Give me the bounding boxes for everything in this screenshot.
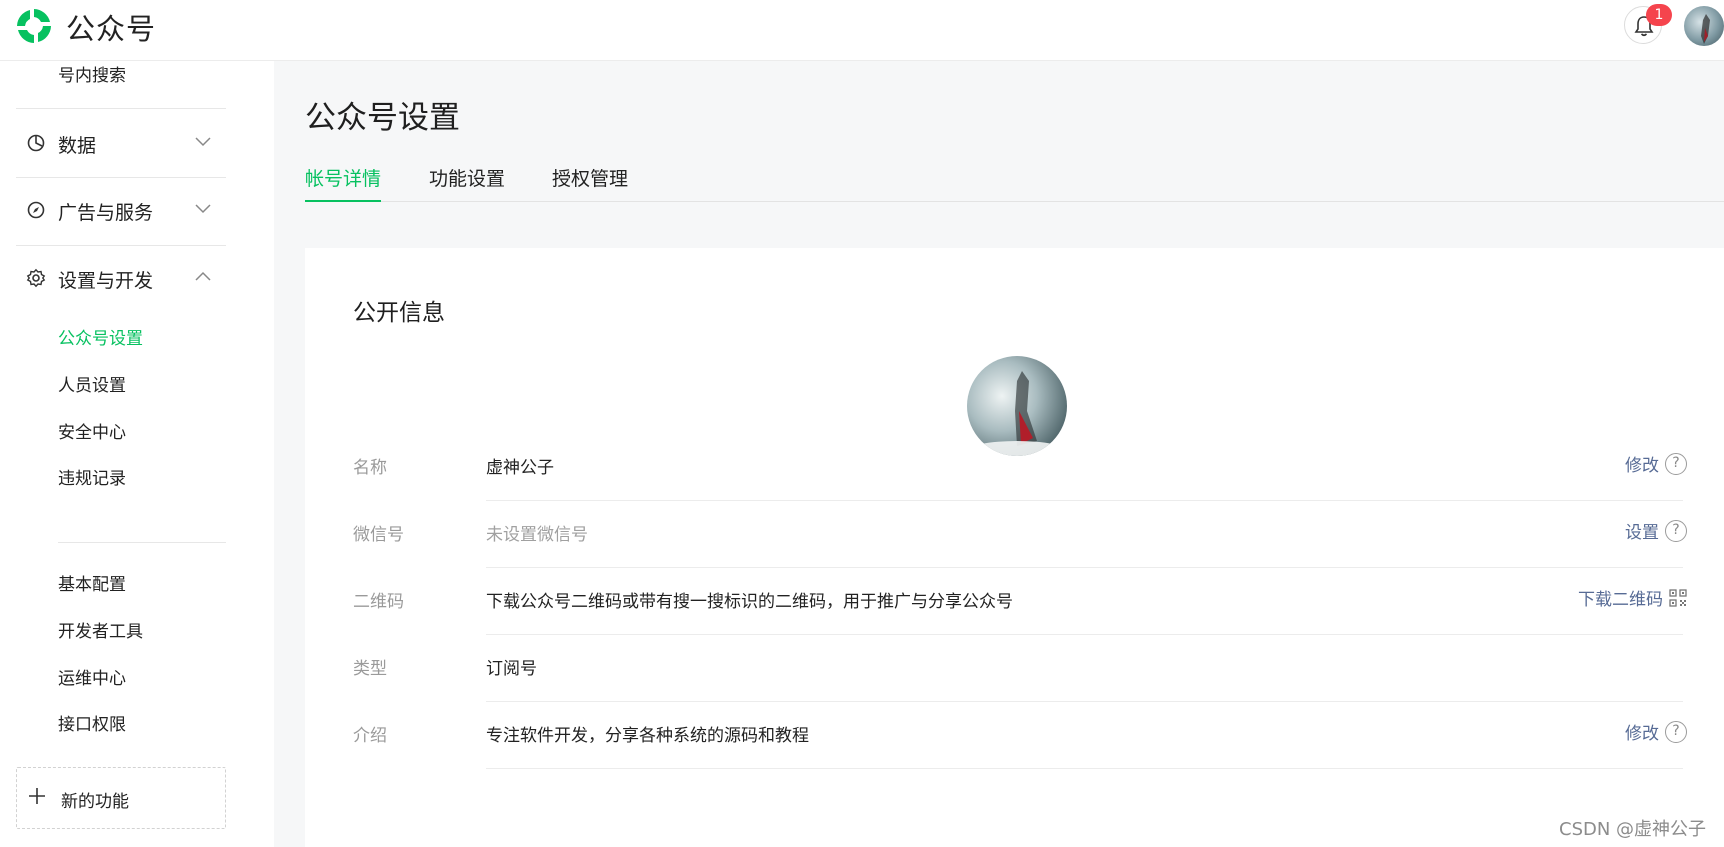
sidebar-divider [16,245,226,246]
chevron-down-icon [195,137,211,147]
sidebar: 号内搜索 数据 广告与服务 设置与开发 公众号设置 人员设置 安全中心 违规记录… [0,61,274,847]
wechat-logo-icon[interactable] [14,6,54,46]
row-divider [486,768,1683,769]
row-label: 二维码 [353,592,404,612]
row-divider [486,567,1683,568]
watermark: CSDN @虚神公子 [1559,819,1707,840]
public-info-card: 公开信息 名称 虚神公子 修改 ? 微信号 未设置微信号 设置 ? 二维码 下载… [305,248,1724,847]
set-wechat-id-link[interactable]: 设置 [1625,518,1659,543]
sidebar-group-label: 广告与服务 [58,202,154,224]
row-value: 下载公众号二维码或带有搜一搜标识的二维码，用于推广与分享公众号 [486,592,1013,612]
info-row-qrcode: 二维码 下载公众号二维码或带有搜一搜标识的二维码，用于推广与分享公众号 下载二维… [353,587,1693,661]
help-icon[interactable]: ? [1665,720,1687,743]
compass-icon [27,201,45,219]
sidebar-divider [16,177,226,178]
row-label: 名称 [353,458,387,478]
tab-function-settings[interactable]: 功能设置 [429,164,505,202]
tab-account-details[interactable]: 帐号详情 [305,164,382,202]
new-feature-button[interactable]: 新的功能 [16,767,226,829]
sidebar-item-ops-center[interactable]: 运维中心 [58,664,126,689]
app-name: 公众号 [66,12,157,46]
info-row-intro: 介绍 专注软件开发，分享各种系统的源码和教程 修改 ? [353,719,1693,795]
row-value: 专注软件开发，分享各种系统的源码和教程 [486,726,809,746]
row-label: 微信号 [353,525,404,545]
sidebar-item-dev-tools[interactable]: 开发者工具 [58,617,143,642]
sidebar-group-data[interactable]: 数据 [16,124,226,164]
sidebar-group-label: 数据 [58,135,97,157]
row-label: 介绍 [353,726,387,746]
row-divider [486,634,1683,635]
account-avatar[interactable] [967,356,1067,456]
help-icon[interactable]: ? [1665,519,1687,542]
sidebar-item-basic-config[interactable]: 基本配置 [58,570,126,595]
sidebar-item-security-center[interactable]: 安全中心 [58,418,126,443]
sidebar-item-account-settings[interactable]: 公众号设置 [58,324,143,349]
user-avatar[interactable] [1684,6,1724,46]
plus-icon [29,788,45,804]
tab-bar: 帐号详情 功能设置 授权管理 [305,160,1724,202]
top-bar: 公众号 1 [0,0,1724,61]
row-divider [486,701,1683,702]
notification-badge: 1 [1646,4,1672,26]
row-value: 未设置微信号 [486,525,588,545]
row-actions: 设置 ? [1625,518,1687,543]
help-icon[interactable]: ? [1665,452,1687,475]
chevron-up-icon [195,271,211,281]
qrcode-icon[interactable] [1669,588,1687,607]
sidebar-item-violations[interactable]: 违规记录 [58,464,126,489]
chevron-down-icon [195,204,211,214]
sidebar-group-ads[interactable]: 广告与服务 [16,191,226,231]
row-value: 虚神公子 [486,458,554,478]
tab-authorization[interactable]: 授权管理 [552,164,628,202]
row-actions: 修改 ? [1625,719,1687,744]
row-value: 订阅号 [486,659,537,679]
row-actions: 下载二维码 [1578,585,1687,610]
sidebar-group-label: 设置与开发 [58,270,154,292]
new-feature-label: 新的功能 [61,792,129,812]
info-row-wechat-id: 微信号 未设置微信号 设置 ? [353,518,1693,594]
download-qrcode-link[interactable]: 下载二维码 [1578,585,1663,610]
section-title: 公开信息 [353,300,445,326]
info-row-type: 类型 订阅号 [353,654,1693,728]
page-title: 公众号设置 [305,100,460,136]
sidebar-item-api-permissions[interactable]: 接口权限 [58,710,126,735]
edit-name-link[interactable]: 修改 [1625,451,1659,476]
gear-icon [26,268,46,288]
sidebar-item-staff-settings[interactable]: 人员设置 [58,371,126,396]
edit-intro-link[interactable]: 修改 [1625,719,1659,744]
row-actions: 修改 ? [1625,451,1687,476]
sidebar-divider [16,108,226,109]
row-divider [486,500,1683,501]
sidebar-item-search[interactable]: 号内搜索 [58,61,126,86]
pie-chart-icon [27,134,45,152]
sidebar-divider [58,542,226,543]
sidebar-group-settings[interactable]: 设置与开发 [16,259,226,299]
row-label: 类型 [353,659,387,679]
info-row-name: 名称 虚神公子 修改 ? [353,451,1693,527]
